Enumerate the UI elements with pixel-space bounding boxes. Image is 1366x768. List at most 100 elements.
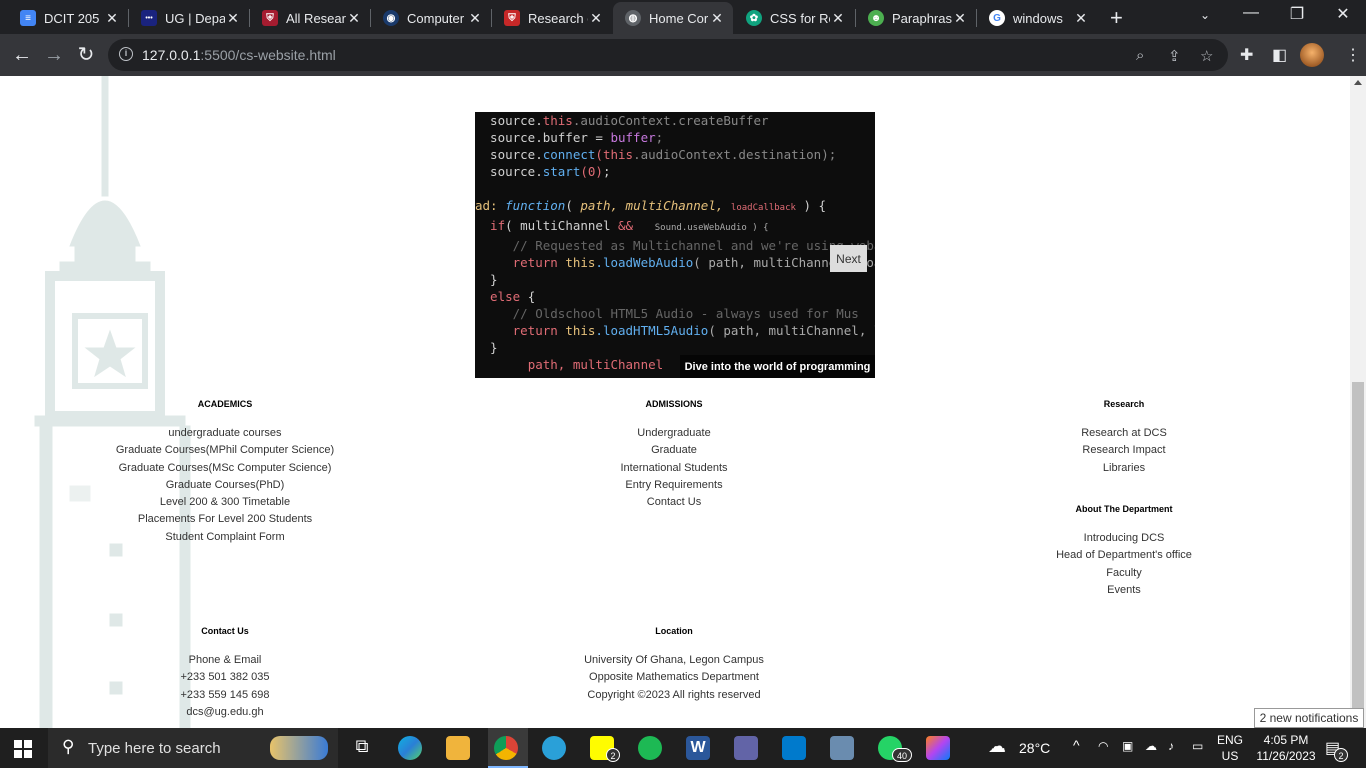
footer-link-undergraduate[interactable]: Undergraduate (574, 425, 774, 442)
footer-link-placements[interactable]: Placements For Level 200 Students (105, 511, 345, 528)
language-indicator[interactable]: ENG US (1210, 732, 1250, 764)
close-icon[interactable]: ✕ (709, 10, 725, 27)
web-page: source.this.audioContext.createBuffer so… (0, 76, 1350, 728)
news-widget-icon[interactable] (270, 736, 328, 760)
word-icon[interactable]: W (686, 736, 710, 760)
minimize-icon[interactable]: — (1228, 4, 1274, 22)
tab-computer[interactable]: ◉ Computer ✕ (371, 2, 491, 34)
window-close-icon[interactable]: ✕ (1320, 4, 1366, 24)
bookmark-star-icon[interactable]: ☆ (1200, 47, 1213, 65)
footer-link-introducing-dcs[interactable]: Introducing DCS (1024, 530, 1224, 547)
footer-link-graduate[interactable]: Graduate (574, 442, 774, 459)
clock-date: 11/26/2023 (1256, 749, 1316, 763)
close-icon[interactable]: ✕ (467, 10, 483, 27)
whatsapp-badge: 40 (892, 748, 912, 762)
footer-link-complaint-form[interactable]: Student Complaint Form (105, 529, 345, 546)
contact-phone[interactable]: +233 559 145 698 (125, 687, 325, 704)
wifi-icon[interactable]: ◠ (1098, 739, 1108, 753)
footer-link-research-at-dcs[interactable]: Research at DCS (1024, 425, 1224, 442)
intellij-icon[interactable] (926, 736, 950, 760)
chrome-icon[interactable] (494, 736, 518, 760)
contact-email[interactable]: dcs@ug.edu.gh (125, 704, 325, 721)
tab-dcit205[interactable]: ≡ DCIT 205 ✕ (8, 2, 128, 34)
edge-icon[interactable] (398, 736, 422, 760)
location-heading: Location (655, 626, 693, 636)
volume-icon[interactable]: ♪ (1168, 739, 1174, 753)
close-icon[interactable]: ✕ (952, 10, 968, 27)
footer-link-international[interactable]: International Students (574, 460, 774, 477)
close-icon[interactable]: ✕ (1073, 10, 1089, 27)
tab-ug-dept[interactable]: ••• UG | Depa ✕ (129, 2, 249, 34)
device-icon[interactable]: ▣ (1122, 739, 1133, 753)
footer-link-undergraduate-courses[interactable]: undergraduate courses (105, 425, 345, 442)
task-view-icon[interactable]: ⧉ (350, 736, 374, 760)
teams-icon[interactable] (734, 736, 758, 760)
ug-icon: ••• (141, 10, 157, 26)
about-section: About The Department Introducing DCS Hea… (1024, 504, 1224, 599)
close-icon[interactable]: ✕ (225, 10, 241, 27)
footer-link-contact-us[interactable]: Contact Us (574, 494, 774, 511)
file-explorer-icon[interactable] (446, 736, 470, 760)
share-icon[interactable]: ⇪ (1168, 47, 1181, 65)
page-scrollbar[interactable] (1350, 76, 1366, 728)
reload-icon[interactable]: ↻ (74, 43, 98, 67)
tab-title: Home Cor (649, 10, 709, 26)
tab-research[interactable]: ⛨ Research c ✕ (492, 2, 612, 34)
close-icon[interactable]: ✕ (346, 10, 362, 27)
academics-heading: ACADEMICS (197, 399, 253, 409)
tab-all-research[interactable]: ⛨ All Resear ✕ (250, 2, 370, 34)
next-slide-button[interactable]: Next (830, 245, 867, 272)
address-bar[interactable]: i 127.0.0.1:5500/cs-website.html ⌕ ⇪ ☆ (108, 39, 1228, 71)
footer-link-msc[interactable]: Graduate Courses(MSc Computer Science) (105, 460, 345, 477)
close-icon[interactable]: ✕ (588, 10, 604, 27)
url-path: :5500/cs-website.html (200, 47, 336, 63)
contact-phone[interactable]: +233 501 382 035 (125, 669, 325, 686)
disk-cleanup-icon[interactable] (830, 736, 854, 760)
footer-link-hod-office[interactable]: Head of Department's office (1024, 547, 1224, 564)
zoom-icon[interactable]: ⌕ (1136, 47, 1144, 64)
taskbar-clock[interactable]: 4:05 PM 11/26/2023 (1246, 732, 1326, 764)
footer-link-faculty[interactable]: Faculty (1024, 565, 1224, 582)
image-slider: source.this.audioContext.createBuffer so… (475, 112, 875, 378)
tab-windows[interactable]: G windows ✕ (977, 2, 1097, 34)
extensions-icon[interactable]: ✚ (1240, 45, 1253, 65)
close-icon[interactable]: ✕ (830, 10, 846, 27)
footer-link-libraries[interactable]: Libraries (1024, 460, 1224, 477)
scroll-up-icon[interactable] (1354, 80, 1362, 85)
footer-link-events[interactable]: Events (1024, 582, 1224, 599)
notification-badge: 2 (1334, 748, 1348, 762)
tab-title: All Resear (286, 10, 346, 26)
spotify-icon[interactable] (638, 736, 662, 760)
research-section: Research Research at DCS Research Impact… (1024, 399, 1224, 477)
footer-link-mphil[interactable]: Graduate Courses(MPhil Computer Science) (105, 442, 345, 459)
footer-link-phd[interactable]: Graduate Courses(PhD) (105, 477, 345, 494)
restore-icon[interactable]: ❐ (1274, 4, 1320, 24)
telegram-icon[interactable] (542, 736, 566, 760)
weather-icon[interactable]: ☁ (988, 736, 1006, 757)
avatar[interactable] (1300, 43, 1324, 67)
new-tab-icon[interactable]: + (1110, 5, 1123, 31)
tab-home-computer-science[interactable]: ◍ Home Cor ✕ (613, 2, 733, 34)
tab-search-chevron-icon[interactable]: ⌄ (1182, 8, 1228, 22)
tab-css-for-responsive[interactable]: ✿ CSS for Re ✕ (734, 2, 854, 34)
info-icon[interactable]: i (119, 47, 133, 61)
forward-arrow-icon[interactable]: → (42, 43, 66, 67)
slide-image-code: source.this.audioContext.createBuffer so… (475, 113, 875, 372)
close-icon[interactable]: ✕ (104, 10, 120, 27)
windows-start-icon[interactable] (14, 740, 32, 758)
vscode-icon[interactable] (782, 736, 806, 760)
location-line: Opposite Mathematics Department (589, 671, 759, 684)
footer-link-research-impact[interactable]: Research Impact (1024, 442, 1224, 459)
footer-link-timetable[interactable]: Level 200 & 300 Timetable (105, 494, 345, 511)
menu-kebab-icon[interactable]: ⋮ (1345, 45, 1361, 65)
footer-link-entry-requirements[interactable]: Entry Requirements (574, 477, 774, 494)
battery-icon[interactable]: ▭ (1192, 739, 1203, 753)
weather-temp[interactable]: 28°C (1019, 740, 1050, 756)
tab-paraphrase[interactable]: ☻ Paraphras ✕ (856, 2, 976, 34)
scrollbar-thumb[interactable] (1352, 382, 1364, 728)
side-panel-icon[interactable]: ◧ (1272, 45, 1287, 65)
onedrive-icon[interactable]: ☁ (1145, 739, 1157, 753)
chevron-up-icon[interactable]: ^ (1073, 737, 1080, 753)
contact-line: Phone & Email (188, 654, 262, 666)
back-arrow-icon[interactable]: ← (10, 43, 34, 67)
